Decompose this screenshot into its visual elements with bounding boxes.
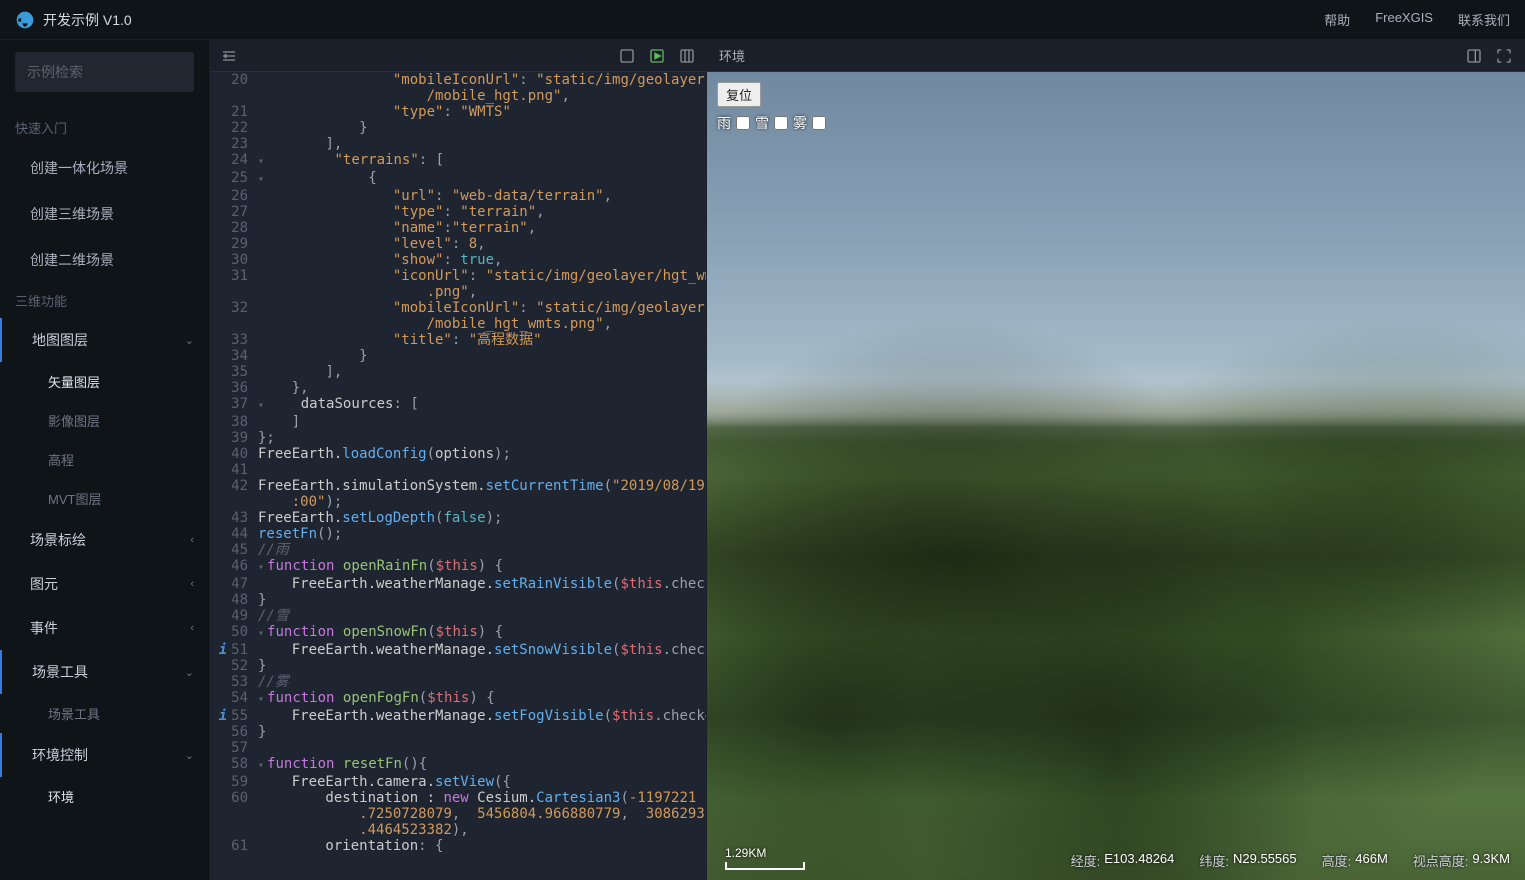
preview-toolbar: 环境 bbox=[707, 40, 1525, 72]
submenu-item[interactable]: 高程 bbox=[0, 440, 209, 479]
chevron-left-icon: ‹ bbox=[190, 534, 194, 546]
chevron-left-icon: ‹ bbox=[190, 578, 194, 590]
submenu-item[interactable]: 矢量图层 bbox=[0, 362, 209, 401]
menu-group-events[interactable]: 事件 ‹ bbox=[0, 606, 209, 650]
grid-icon[interactable] bbox=[678, 47, 696, 65]
submenu-item[interactable]: 场景工具 bbox=[0, 694, 209, 733]
chevron-down-icon: ⌄ bbox=[185, 749, 194, 762]
chevron-left-icon: ‹ bbox=[190, 622, 194, 634]
header-link-help[interactable]: 帮助 bbox=[1324, 10, 1350, 29]
status-bar: 经度:E103.48264 纬度:N29.55565 高度:466M 视点高度:… bbox=[1071, 851, 1510, 870]
run-icon[interactable] bbox=[648, 47, 666, 65]
search-box[interactable] bbox=[15, 52, 194, 92]
section-header-quickstart: 快速入门 bbox=[0, 110, 209, 145]
menu-item[interactable]: 创建三维场景 bbox=[0, 191, 209, 237]
weather-label-snow: 雪 bbox=[755, 113, 769, 133]
menu-item[interactable]: 创建二维场景 bbox=[0, 237, 209, 283]
menu-item[interactable]: 创建一体化场景 bbox=[0, 145, 209, 191]
app-title: 开发示例 V1.0 bbox=[43, 10, 1324, 30]
menu-group-plotting[interactable]: 场景标绘 ‹ bbox=[0, 518, 209, 562]
submenu-item[interactable]: MVT图层 bbox=[0, 479, 209, 518]
editor-toolbar bbox=[210, 40, 706, 72]
snow-checkbox[interactable] bbox=[774, 116, 788, 130]
reset-button[interactable]: 复位 bbox=[717, 82, 761, 107]
menu-group-env[interactable]: 环境控制 ⌄ bbox=[0, 733, 209, 777]
scale-bar: 1.29KM bbox=[725, 846, 805, 870]
preview-viewport[interactable]: 复位 雨 雪 雾 1.29KM 经度:E103.48264 纬度:N29.555… bbox=[707, 72, 1525, 880]
chevron-down-icon: ⌄ bbox=[185, 334, 194, 347]
chevron-down-icon: ⌄ bbox=[185, 666, 194, 679]
menu-group-tools[interactable]: 场景工具 ⌄ bbox=[0, 650, 209, 694]
header-link-contact[interactable]: 联系我们 bbox=[1458, 10, 1510, 29]
header-link-freexgis[interactable]: FreeXGIS bbox=[1375, 10, 1433, 29]
app-header: 开发示例 V1.0 帮助 FreeXGIS 联系我们 bbox=[0, 0, 1525, 40]
layout-icon[interactable] bbox=[1465, 47, 1483, 65]
submenu-item[interactable]: 环境 bbox=[0, 777, 209, 816]
collapse-sidebar-icon[interactable] bbox=[220, 47, 238, 65]
editor-panel: 20 "mobileIconUrl": "static/img/geolayer… bbox=[210, 40, 707, 880]
weather-label-fog: 雾 bbox=[793, 113, 807, 133]
sidebar: 快速入门 创建一体化场景 创建三维场景 创建二维场景 三维功能 地图图层 ⌄ 矢… bbox=[0, 40, 210, 880]
code-editor[interactable]: 20 "mobileIconUrl": "static/img/geolayer… bbox=[210, 72, 706, 880]
fog-checkbox[interactable] bbox=[812, 116, 826, 130]
fullscreen-icon[interactable] bbox=[1495, 47, 1513, 65]
rain-checkbox[interactable] bbox=[736, 116, 750, 130]
expand-icon[interactable] bbox=[618, 47, 636, 65]
section-header-3d: 三维功能 bbox=[0, 283, 209, 318]
menu-group-primitives[interactable]: 图元 ‹ bbox=[0, 562, 209, 606]
logo-icon bbox=[15, 10, 35, 30]
weather-controls: 雨 雪 雾 bbox=[717, 113, 829, 133]
submenu-item[interactable]: 影像图层 bbox=[0, 401, 209, 440]
search-input[interactable] bbox=[27, 64, 208, 80]
weather-label-rain: 雨 bbox=[717, 113, 731, 133]
preview-title: 环境 bbox=[719, 46, 1465, 65]
preview-panel: 环境 复位 雨 雪 雾 bbox=[707, 40, 1525, 880]
menu-group-layers[interactable]: 地图图层 ⌄ bbox=[0, 318, 209, 362]
